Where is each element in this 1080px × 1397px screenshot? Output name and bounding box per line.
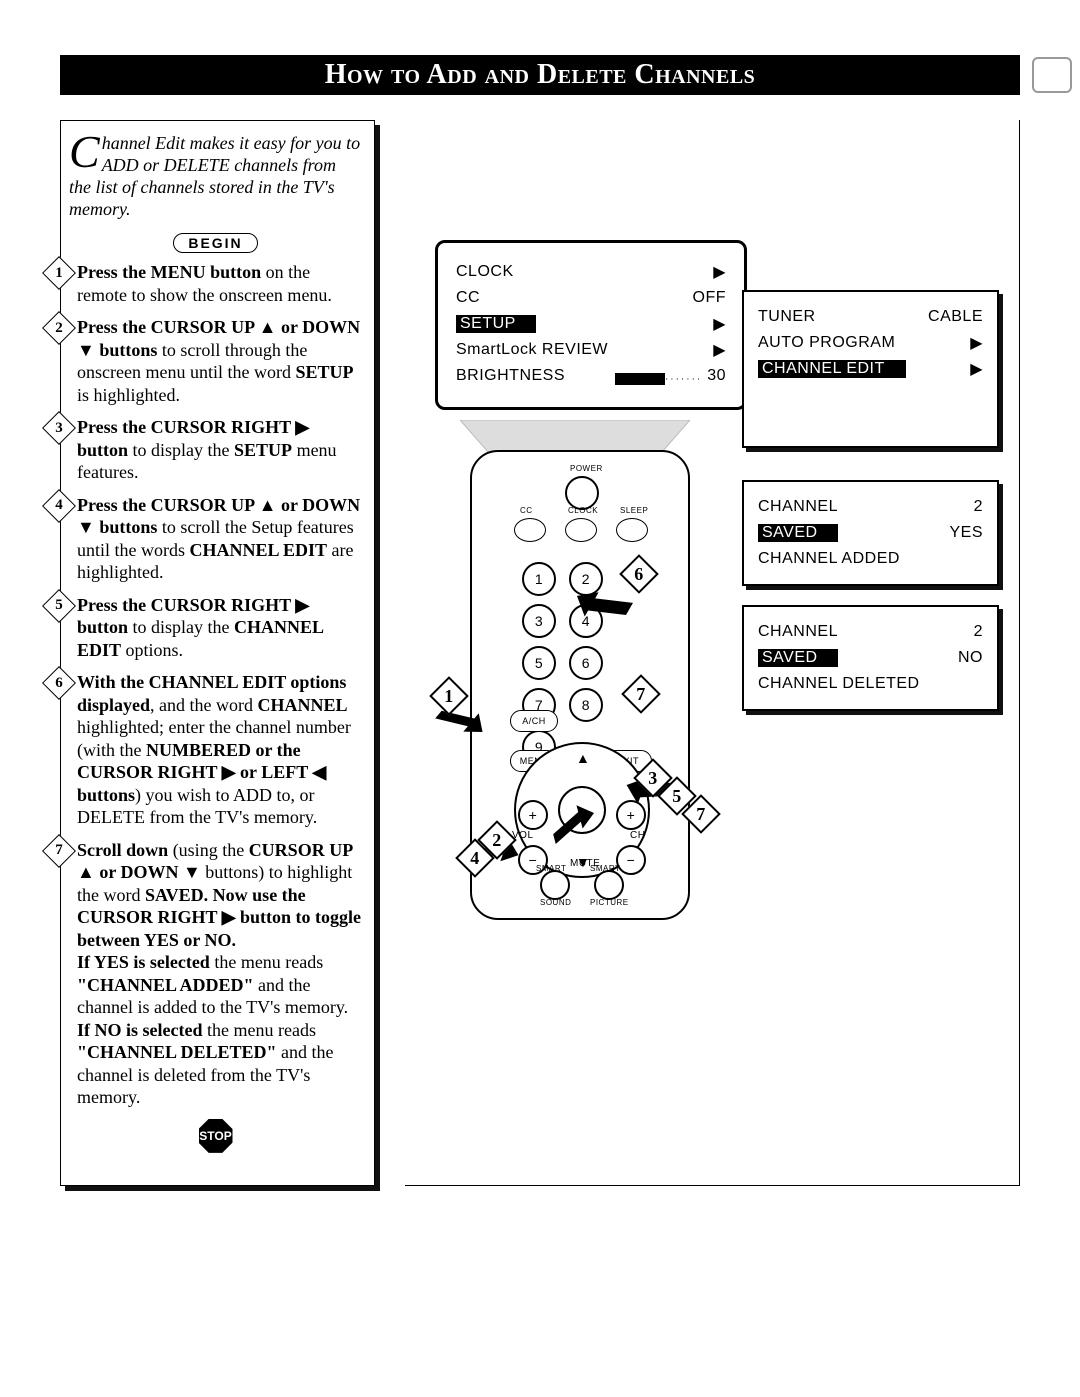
page-title: How to Add and Delete Channels [60,55,1020,95]
cc-button[interactable] [514,518,546,542]
tv-osd: CLOCK▶ CCOFF SETUP▶ SmartLock REVIEW▶ BR… [435,240,747,410]
setup-submenu-panel: TUNERCABLE AUTO PROGRAM▶ CHANNEL EDIT▶ [742,290,999,448]
osd-row-setup: SETUP▶ [456,311,726,337]
num-3[interactable]: 3 [522,604,556,638]
osd-row-smartlock: SmartLock REVIEW▶ [456,337,726,363]
tv-icon [1032,57,1072,93]
callout-7: 7 [627,680,655,708]
hand-icon [541,788,611,858]
illustration-panel: CLOCK▶ CCOFF SETUP▶ SmartLock REVIEW▶ BR… [405,120,1020,1186]
ach-button[interactable]: A/CH [510,710,558,732]
osd-row-brightness: BRIGHTNESS ······· 30 [456,363,726,389]
num-1[interactable]: 1 [522,562,556,596]
channel-added-panel: CHANNEL2 SAVEDYES CHANNEL ADDED [742,480,999,586]
instructions-panel: Channel Edit makes it easy for you to AD… [60,120,375,1186]
stop-marker: STOP [69,1119,362,1153]
step-6: 6 With the CHANNEL EDIT options displaye… [69,671,362,829]
step-3: 3 Press the CURSOR RIGHT ▶ button to dis… [69,416,362,484]
step-2: 2 Press the CURSOR UP ▲ or DOWN ▼ button… [69,316,362,406]
osd-row-clock: CLOCK▶ [456,259,726,285]
step-1: 1 Press the MENU button on the remote to… [69,261,362,306]
num-6[interactable]: 6 [569,646,603,680]
smart-picture-button[interactable] [594,870,624,900]
step-5: 5 Press the CURSOR RIGHT ▶ button to dis… [69,594,362,662]
ch-down[interactable]: − [616,845,646,875]
drop-cap: C [69,135,100,169]
callout-1: 1 [435,682,463,710]
num-8[interactable]: 8 [569,688,603,722]
sleep-button[interactable] [616,518,648,542]
power-label: POWER [570,464,603,473]
smart-sound-button[interactable] [540,870,570,900]
intro-text: Channel Edit makes it easy for you to AD… [69,133,362,221]
num-5[interactable]: 5 [522,646,556,680]
callout-7b: 7 [687,800,715,828]
callout-6: 6 [625,560,653,588]
step-4: 4 Press the CURSOR UP ▲ or DOWN ▼ button… [69,494,362,584]
channel-deleted-panel: CHANNEL2 SAVEDNO CHANNEL DELETED [742,605,999,711]
osd-row-cc: CCOFF [456,285,726,311]
page-title-text: How to Add and Delete Channels [325,59,756,91]
begin-marker: BEGIN [69,231,362,254]
power-button[interactable] [565,476,599,510]
callout-4: 4 [461,844,489,872]
clock-button[interactable] [565,518,597,542]
step-7: 7 Scroll down (using the CURSOR UP ▲ or … [69,839,362,1109]
